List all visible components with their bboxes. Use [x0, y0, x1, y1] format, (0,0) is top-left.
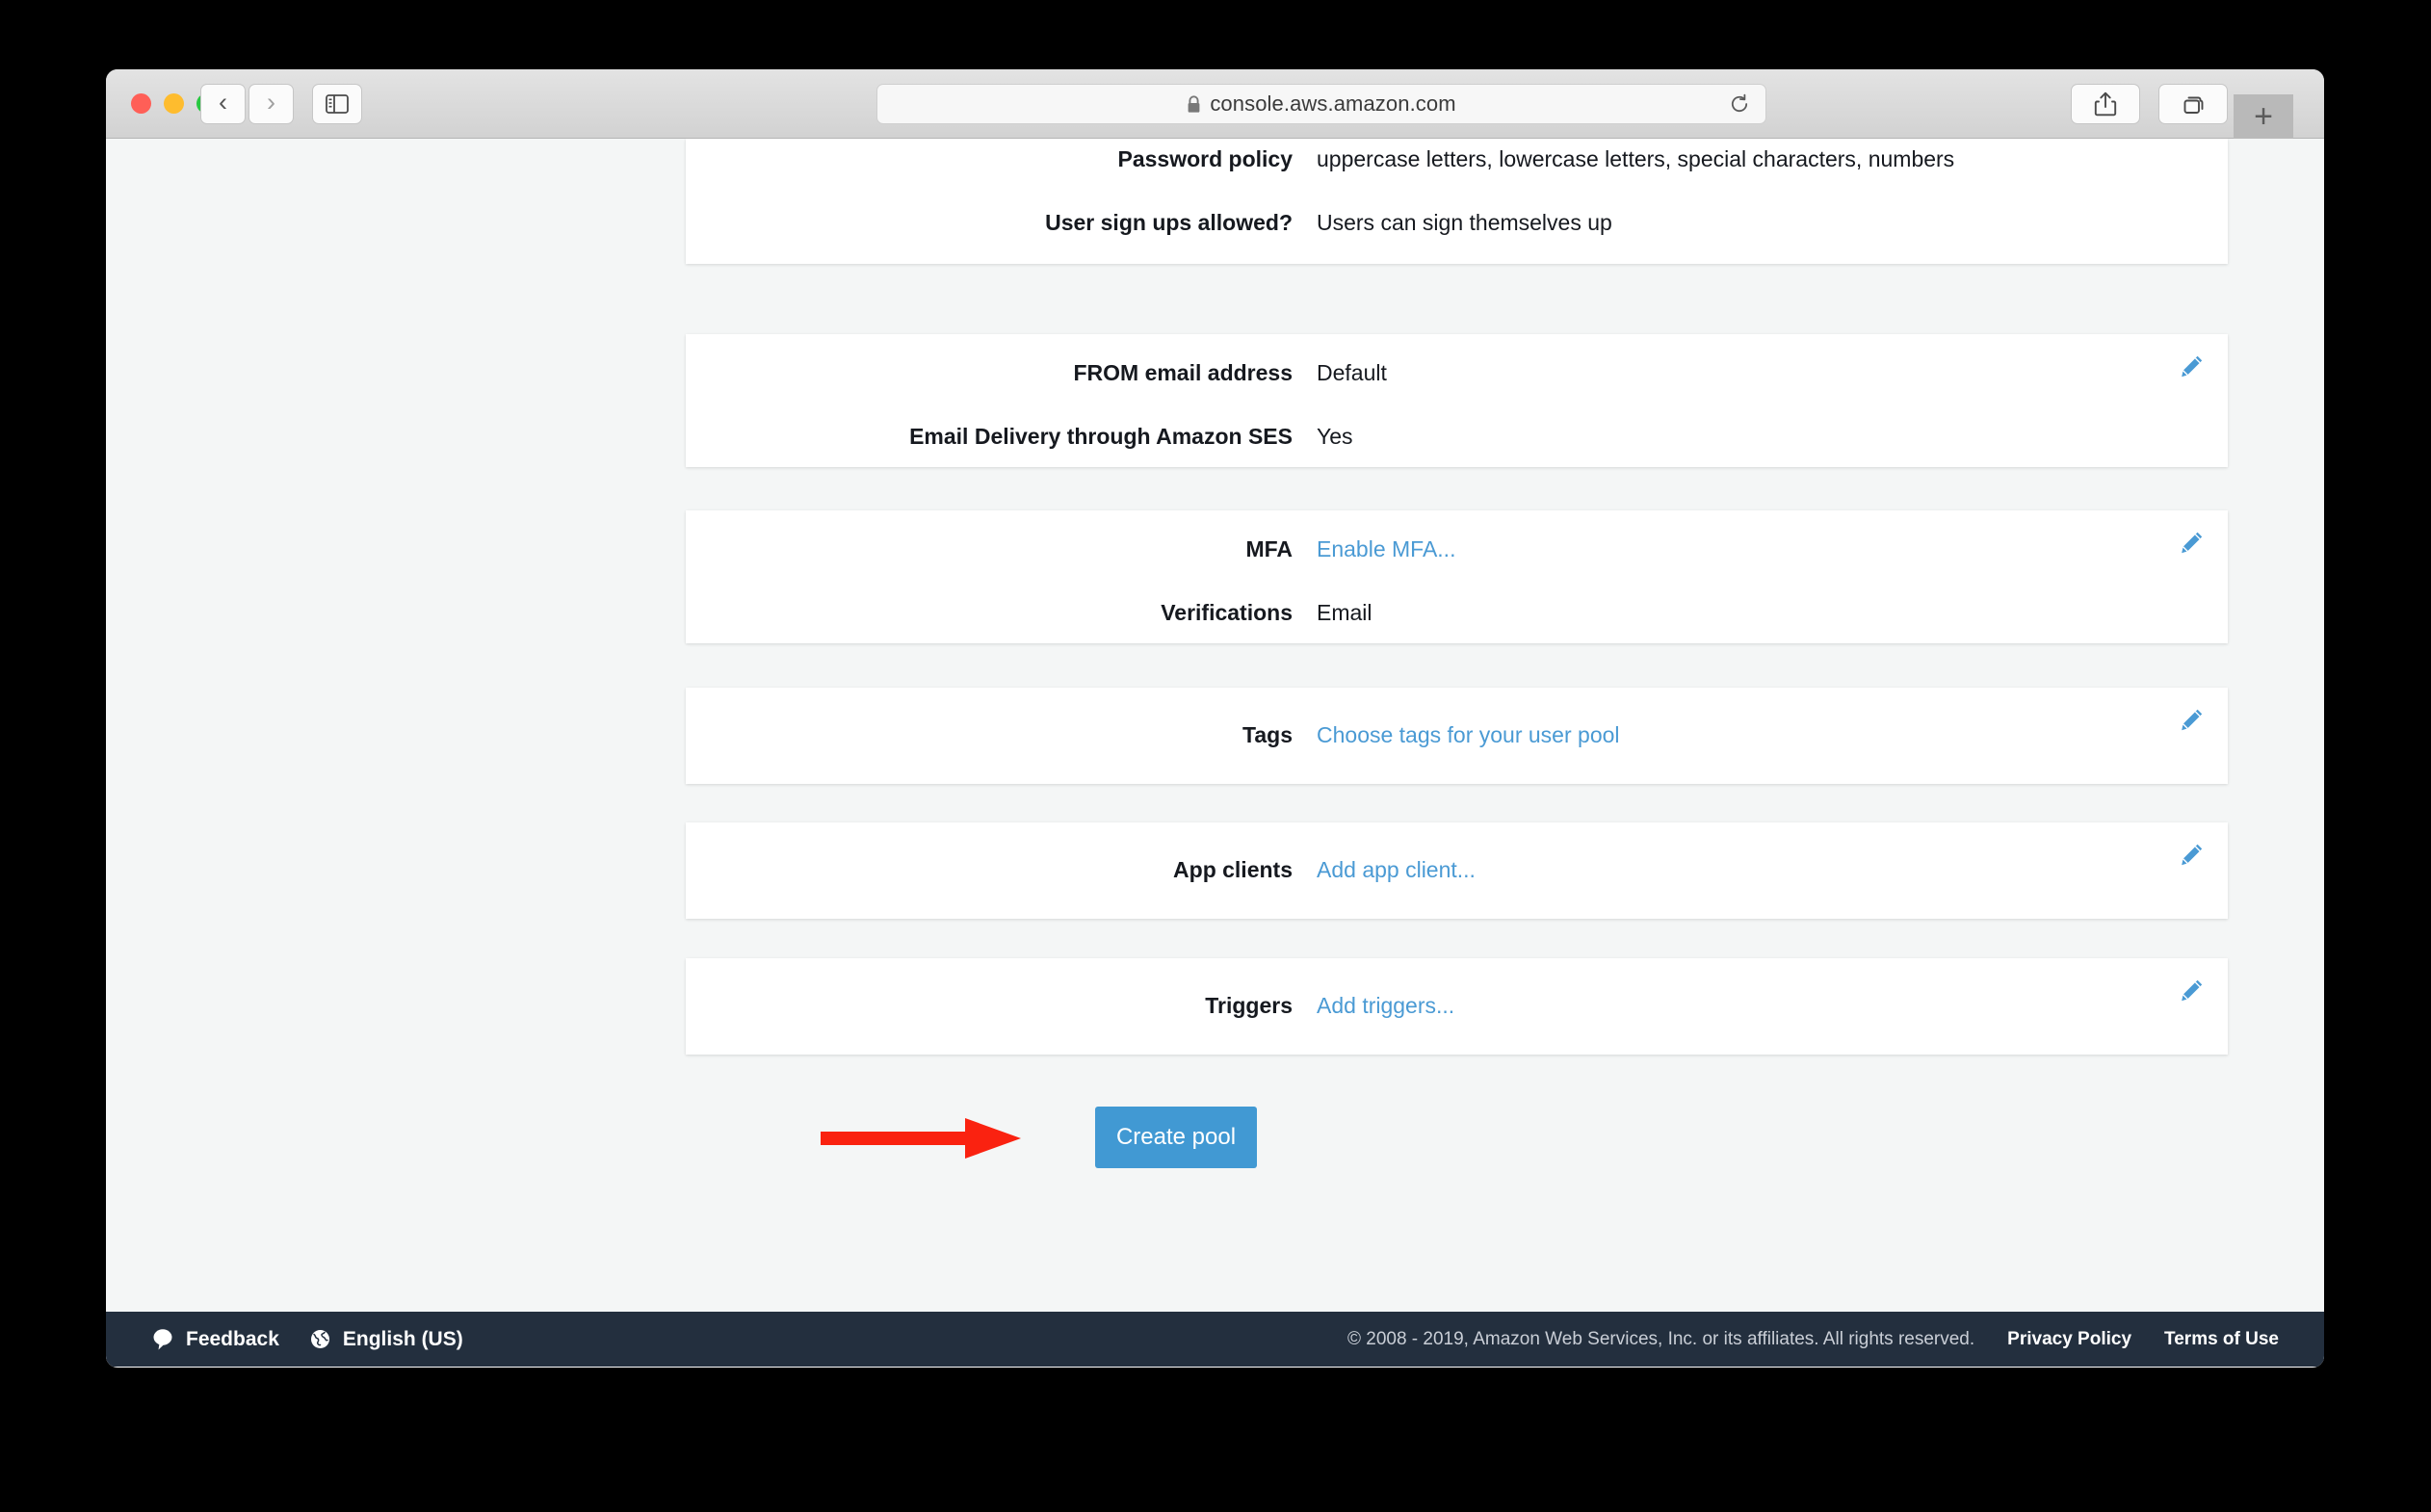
settings-row-label: User sign ups allowed? — [1045, 210, 1293, 235]
close-window-button[interactable] — [131, 93, 151, 114]
settings-row-label: FROM email address — [1073, 360, 1293, 385]
edit-pencil-icon[interactable] — [2178, 978, 2205, 1004]
settings-row: User sign ups allowed? Users can sign the… — [686, 172, 2228, 236]
copyright-text: © 2008 - 2019, Amazon Web Services, Inc.… — [1346, 1328, 1975, 1349]
settings-row-link[interactable]: Add triggers... — [1317, 993, 1454, 1019]
language-selector[interactable]: English (US) — [308, 1327, 463, 1351]
settings-card: App clients Add app client... — [686, 822, 2228, 919]
address-bar[interactable]: console.aws.amazon.com — [876, 84, 1766, 124]
page-footer: Feedback English (US) © 2008 - 2019, Ama… — [106, 1312, 2324, 1367]
settings-card: MFA Enable MFA... Verifications Email — [686, 510, 2228, 643]
settings-row: FROM email address Default — [686, 334, 2228, 386]
edit-pencil-icon[interactable] — [2178, 353, 2205, 380]
settings-row-link[interactable]: Add app client... — [1317, 857, 1476, 883]
settings-row-label: Triggers — [1205, 993, 1293, 1018]
back-button[interactable]: ‹ — [200, 84, 246, 124]
browser-window: ‹ › console.aws.amazon.com + Password po… — [106, 69, 2324, 1368]
settings-row-value: Users can sign themselves up — [1317, 210, 1612, 235]
share-button[interactable] — [2071, 84, 2140, 124]
edit-pencil-icon[interactable] — [2178, 530, 2205, 557]
settings-row-value: uppercase letters, lowercase letters, sp… — [1317, 146, 1955, 171]
settings-row-value: Email — [1317, 600, 1372, 625]
settings-row: Email Delivery through Amazon SES Yes — [686, 386, 2228, 450]
edit-pencil-icon[interactable] — [2178, 842, 2205, 869]
url-text: console.aws.amazon.com — [1210, 91, 1456, 116]
settings-row-label: Password policy — [1117, 146, 1293, 171]
footer-left-group: Feedback English (US) — [151, 1327, 463, 1351]
footer-right-group: © 2008 - 2019, Amazon Web Services, Inc.… — [1347, 1329, 2279, 1350]
settings-row-label: Verifications — [1161, 600, 1293, 625]
settings-row: App clients Add app client... — [686, 822, 2228, 883]
settings-row: MFA Enable MFA... — [686, 510, 2228, 562]
share-icon — [2094, 91, 2117, 117]
address-bar-content: console.aws.amazon.com — [1187, 91, 1456, 117]
lock-icon — [1188, 94, 1200, 113]
page-body: Password policy uppercase letters, lowerc… — [106, 139, 2324, 1367]
tab-overview-icon — [2183, 96, 2203, 114]
settings-row: Tags Choose tags for your user pool — [686, 688, 2228, 748]
chevron-left-icon: ‹ — [219, 88, 227, 117]
settings-card: FROM email address Default Email Delivery … — [686, 334, 2228, 467]
reload-icon — [1731, 93, 1748, 113]
sidebar-toggle-icon — [326, 94, 349, 114]
tab-overview-button[interactable] — [2158, 84, 2228, 124]
reload-button[interactable] — [1727, 91, 1752, 117]
privacy-policy-link[interactable]: Privacy Policy — [2007, 1329, 2131, 1350]
feedback-button[interactable]: Feedback — [151, 1327, 279, 1351]
globe-icon — [310, 1330, 329, 1348]
minimize-window-button[interactable] — [164, 93, 184, 114]
settings-row: Triggers Add triggers... — [686, 958, 2228, 1019]
language-label: English (US) — [342, 1327, 463, 1350]
plus-icon: + — [2254, 98, 2273, 135]
settings-card: Triggers Add triggers... — [686, 958, 2228, 1055]
settings-row: Password policy uppercase letters, lowerc… — [686, 139, 2228, 172]
chevron-right-icon: › — [267, 88, 275, 117]
settings-row-label: Tags — [1242, 722, 1293, 747]
terms-of-use-link[interactable]: Terms of Use — [2164, 1329, 2279, 1350]
new-tab-button[interactable]: + — [2234, 94, 2293, 139]
create-pool-button[interactable]: Create pool — [1095, 1107, 1257, 1168]
speech-bubble-icon — [153, 1329, 172, 1350]
settings-row-label: App clients — [1173, 857, 1293, 882]
settings-card: Password policy uppercase letters, lowerc… — [686, 139, 2228, 264]
edit-pencil-icon[interactable] — [2178, 707, 2205, 734]
settings-row-link[interactable]: Enable MFA... — [1317, 536, 1455, 562]
forward-button[interactable]: › — [248, 84, 294, 124]
settings-row-label: Email Delivery through Amazon SES — [909, 424, 1293, 449]
settings-card: Tags Choose tags for your user pool — [686, 688, 2228, 784]
settings-row-label: MFA — [1245, 536, 1293, 561]
feedback-label: Feedback — [186, 1327, 279, 1350]
browser-titlebar: ‹ › console.aws.amazon.com + — [106, 69, 2324, 139]
settings-row-value: Yes — [1317, 424, 1353, 449]
sidebar-toggle-button[interactable] — [312, 84, 362, 124]
settings-row-link[interactable]: Choose tags for your user pool — [1317, 722, 1620, 748]
settings-row-value: Default — [1317, 360, 1387, 385]
settings-row: Verifications Email — [686, 562, 2228, 626]
